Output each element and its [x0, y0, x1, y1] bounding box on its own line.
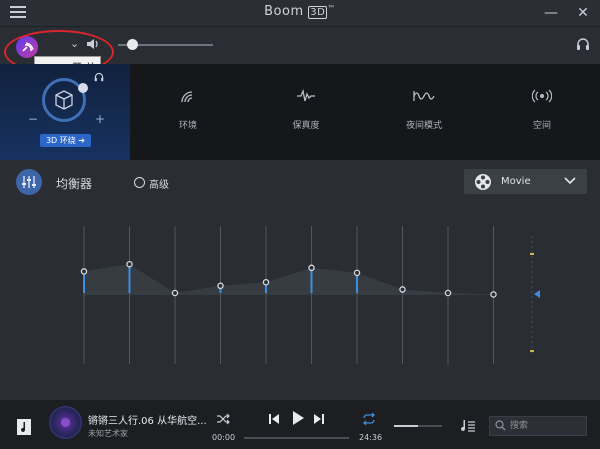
effect-ambience[interactable]: 环境 — [148, 88, 228, 131]
app-title-mark: ™ — [327, 4, 336, 13]
effect-label: 环境 — [178, 121, 197, 131]
app-title-main: Boom — [264, 4, 304, 19]
headphone-icon[interactable] — [576, 37, 590, 51]
shuffle-icon[interactable] — [216, 413, 230, 425]
previous-track-icon[interactable] — [268, 412, 280, 426]
spatial-icon — [531, 89, 553, 103]
app-title: Boom 3D ™ — [240, 4, 360, 19]
eq-band-handle[interactable] — [80, 268, 88, 275]
surround-dial-handle[interactable] — [78, 83, 88, 93]
eq-band-handle[interactable] — [399, 286, 406, 293]
eq-band-handle[interactable] — [171, 289, 179, 297]
search-input[interactable] — [510, 418, 582, 434]
fidelity-icon — [297, 88, 315, 102]
eq-band-handle[interactable] — [490, 291, 497, 298]
equalizer-toggle-button[interactable] — [16, 169, 42, 195]
eq-band-handle[interactable] — [444, 289, 452, 297]
output-meter — [530, 236, 540, 356]
eq-band-handle[interactable] — [353, 269, 361, 277]
night-mode-icon — [413, 91, 435, 101]
headphone-icon — [94, 72, 104, 82]
playlist-icon[interactable] — [460, 418, 476, 434]
surround-decrease[interactable]: − — [28, 112, 38, 126]
eq-band-handle[interactable] — [308, 264, 315, 272]
surround-increase[interactable]: + — [95, 112, 105, 126]
progress-slider[interactable] — [244, 437, 349, 439]
effect-label: 保真度 — [292, 121, 320, 131]
effect-night-mode[interactable]: 夜间模式 — [384, 88, 464, 131]
cube-icon — [55, 90, 73, 110]
speaker-icon[interactable] — [86, 37, 102, 51]
advanced-radio[interactable] — [134, 177, 145, 188]
preamp-handle[interactable] — [534, 290, 540, 298]
close-button[interactable]: ✕ — [572, 3, 594, 23]
minimize-button[interactable]: — — [540, 3, 562, 23]
equalizer-curve — [84, 264, 494, 295]
advanced-label: 高级 — [149, 180, 169, 191]
search-icon — [495, 420, 506, 431]
equalizer-title: 均衡器 — [56, 177, 93, 191]
chevron-down-icon[interactable]: ⌄ — [70, 37, 79, 50]
effect-label: 空间 — [532, 121, 551, 131]
track-artist: 未知艺术家 — [88, 429, 128, 438]
time-total: 24:36 — [359, 433, 383, 442]
hamburger-menu-icon[interactable] — [10, 6, 28, 20]
album-art[interactable] — [49, 406, 82, 439]
film-reel-icon — [475, 174, 491, 190]
time-current: 00:00 — [212, 433, 236, 442]
effect-fidelity[interactable]: 保真度 — [266, 88, 346, 131]
repeat-icon[interactable] — [362, 413, 376, 425]
effect-spatial[interactable]: 空间 — [502, 88, 582, 131]
ambience-icon — [181, 91, 193, 103]
track-title: 锵锵三人行.06 从华航空... — [88, 416, 207, 427]
player-volume-fill — [394, 425, 418, 427]
eq-band-handle[interactable] — [217, 282, 224, 290]
equalizer-graph[interactable] — [0, 200, 600, 366]
effect-label: 夜间模式 — [405, 121, 442, 131]
3d-surround-label: 3D 环绕 — [45, 136, 76, 145]
preset-value: Movie — [501, 176, 531, 187]
app-title-badge: 3D — [308, 6, 328, 19]
chevron-down-icon — [564, 177, 576, 185]
eq-band-handle[interactable] — [126, 260, 133, 268]
3d-surround-button[interactable]: 3D 环绕 ➜ — [40, 134, 91, 147]
equalizer-icon — [22, 176, 36, 188]
eq-band-handle[interactable] — [262, 278, 270, 286]
play-icon[interactable] — [291, 410, 305, 426]
music-library-icon[interactable] — [16, 418, 32, 436]
next-track-icon[interactable] — [313, 412, 325, 426]
